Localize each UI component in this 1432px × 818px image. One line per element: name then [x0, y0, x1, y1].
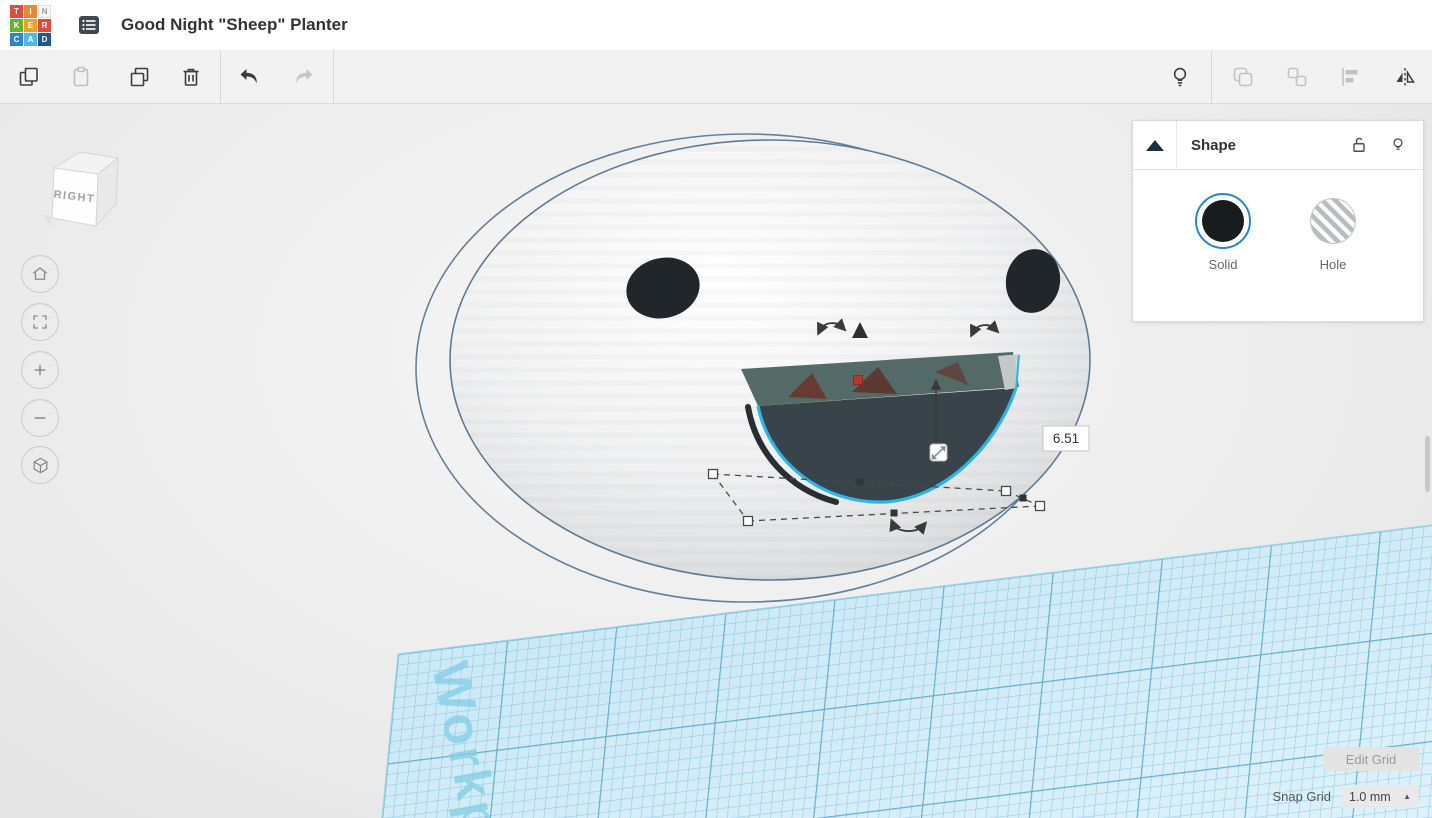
solid-selected-ring	[1195, 193, 1251, 249]
logo-letter: N	[38, 4, 51, 18]
corner-scale-handle[interactable]	[742, 515, 754, 527]
logo-letter: E	[24, 18, 37, 32]
inspector-body: Solid Hole	[1133, 170, 1423, 272]
tinkercad-logo[interactable]: T I N K E R C A D	[10, 4, 51, 46]
home-view-button[interactable]	[21, 255, 59, 293]
viewcube[interactable]: RIGHT	[34, 138, 134, 238]
logo-letter: I	[24, 4, 37, 18]
edge-scale-handle[interactable]	[890, 509, 898, 517]
logo-letter: K	[10, 18, 23, 32]
collapse-up-icon	[1145, 139, 1164, 151]
logo-letter: D	[38, 32, 51, 46]
perspective-toggle-button[interactable]	[21, 446, 59, 484]
toolbar-separator	[333, 49, 334, 104]
hole-option-label: Hole	[1319, 257, 1347, 272]
mirror-icon[interactable]	[1392, 64, 1418, 90]
snap-grid-value: 1.0 mm	[1349, 789, 1391, 804]
height-scale-handle[interactable]	[853, 375, 863, 385]
snap-grid-select[interactable]: 1.0 mm ▲	[1341, 785, 1419, 808]
shape-inspector-panel: Shape Solid Hole	[1132, 120, 1424, 322]
snap-grid-label: Snap Grid	[1272, 789, 1331, 804]
scale-cursor-glyph	[929, 443, 948, 462]
duplicate-icon[interactable]	[127, 64, 153, 90]
redo-icon[interactable]	[290, 64, 316, 90]
toolbar-separator	[220, 49, 221, 104]
corner-scale-handle[interactable]	[707, 468, 719, 480]
right-scrollbar[interactable]	[1425, 436, 1430, 492]
paste-icon[interactable]	[68, 64, 94, 90]
edge-scale-handle[interactable]	[856, 478, 864, 486]
edit-grid-button[interactable]: Edit Grid	[1323, 747, 1419, 771]
solid-swatch	[1202, 200, 1244, 242]
hole-option[interactable]: Hole	[1288, 192, 1378, 272]
lock-icon[interactable]	[1349, 135, 1369, 155]
logo-letter: C	[10, 32, 23, 46]
toolbar-separator	[1211, 50, 1212, 104]
collapse-panel-button[interactable]	[1133, 121, 1177, 169]
logo-letter: R	[38, 18, 51, 32]
group-icon[interactable]	[1230, 64, 1256, 90]
hole-swatch	[1310, 198, 1356, 244]
design-title[interactable]: Good Night "Sheep" Planter	[121, 15, 348, 35]
delete-icon[interactable]	[178, 64, 204, 90]
logo-letter: T	[10, 4, 23, 18]
undo-icon[interactable]	[237, 64, 263, 90]
show-all-lightbulb-icon[interactable]	[1167, 64, 1193, 90]
viewcube-shadow	[42, 214, 52, 226]
ungroup-icon[interactable]	[1284, 64, 1310, 90]
solid-option[interactable]: Solid	[1178, 192, 1268, 272]
fit-view-button[interactable]	[21, 303, 59, 341]
inspector-header: Shape	[1133, 121, 1423, 170]
lightbulb-icon[interactable]	[1389, 136, 1407, 154]
zoom-in-button[interactable]	[21, 351, 59, 389]
snap-grid-controls: Snap Grid 1.0 mm ▲	[1272, 785, 1419, 808]
copy-icon[interactable]	[16, 64, 42, 90]
dimension-label[interactable]: 6.51	[1042, 425, 1090, 452]
dimension-value: 6.51	[1053, 431, 1079, 446]
logo-letter: A	[24, 32, 37, 46]
edge-scale-handle[interactable]	[1019, 494, 1027, 502]
toolbar-right-group	[1167, 50, 1432, 104]
chevron-up-icon: ▲	[1403, 792, 1411, 801]
app-header: T I N K E R C A D Good Night "Sheep" Pla…	[0, 0, 1432, 50]
main-toolbar	[0, 49, 1432, 104]
zoom-out-button[interactable]	[21, 399, 59, 437]
corner-scale-handle[interactable]	[1000, 485, 1012, 497]
solid-option-label: Solid	[1208, 257, 1238, 272]
inspector-title: Shape	[1191, 136, 1237, 154]
align-icon[interactable]	[1338, 64, 1364, 90]
corner-scale-handle[interactable]	[1034, 500, 1046, 512]
design-menu-icon[interactable]	[75, 12, 103, 38]
